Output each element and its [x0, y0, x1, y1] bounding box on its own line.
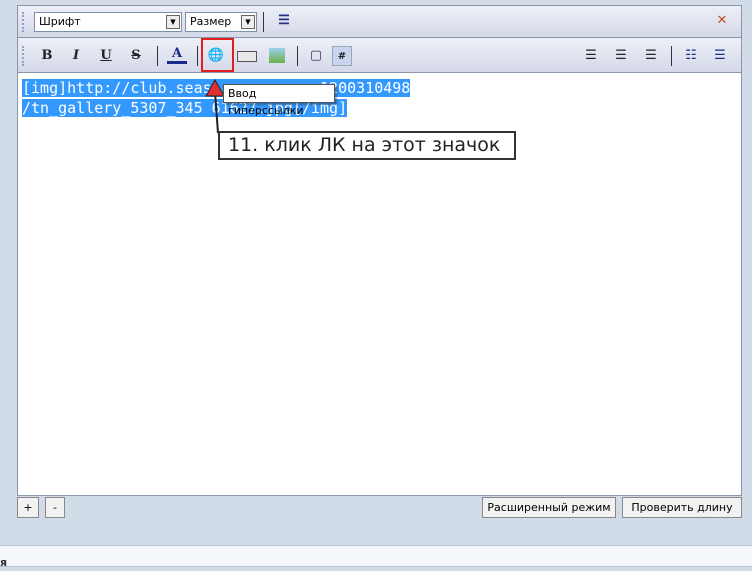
divider — [197, 46, 198, 66]
separator-strip — [0, 545, 752, 567]
advanced-mode-button[interactable]: Расширенный режим — [482, 497, 616, 518]
italic-icon[interactable]: I — [66, 46, 86, 66]
check-length-button[interactable]: Проверить длину — [622, 497, 742, 518]
align-center-icon[interactable]: ☰ — [611, 46, 631, 66]
text-line: [img]http://club.seas — [22, 79, 212, 97]
image-icon[interactable] — [267, 46, 287, 66]
size-select-value: Размер — [190, 15, 232, 28]
ordered-list-icon[interactable]: ☷ — [681, 46, 701, 66]
expand-button[interactable]: + — [17, 497, 39, 518]
annotation-callout: 11. клик ЛК на этот значок — [218, 131, 516, 160]
unordered-list-icon[interactable]: ☰ — [710, 46, 730, 66]
toolbar-top: Шрифт ▼ Размер ▼ ☰ ✕ — [18, 6, 741, 38]
shrink-button[interactable]: - — [45, 497, 65, 518]
chevron-down-icon[interactable]: ▼ — [166, 15, 180, 29]
editor-panel: Шрифт ▼ Размер ▼ ☰ ✕ B I U S A 🌐 ▢ # ☰ ☰ ☰… — [17, 5, 742, 496]
email-icon[interactable] — [236, 46, 257, 66]
bold-icon[interactable]: B — [37, 46, 57, 66]
indent-icon[interactable]: ☰ — [274, 11, 294, 31]
font-color-icon[interactable]: A — [167, 46, 187, 64]
font-select[interactable]: Шрифт ▼ — [34, 12, 182, 32]
divider — [297, 46, 298, 66]
code-icon[interactable]: # — [332, 46, 352, 66]
size-select[interactable]: Размер ▼ — [185, 12, 257, 32]
underline-icon[interactable]: U — [96, 46, 116, 66]
tooltip: Ввод гиперссылки — [223, 84, 335, 117]
strikethrough-icon[interactable]: S — [126, 46, 146, 66]
toolbar-grip[interactable] — [22, 12, 25, 32]
align-left-icon[interactable]: ☰ — [581, 46, 601, 66]
chevron-down-icon[interactable]: ▼ — [241, 15, 255, 29]
align-right-icon[interactable]: ☰ — [641, 46, 661, 66]
text-line: /tn_gallery_5307_345 — [22, 99, 203, 117]
divider — [671, 46, 672, 66]
quote-icon[interactable]: ▢ — [306, 46, 326, 66]
highlight-box — [201, 38, 234, 72]
divider — [157, 46, 158, 66]
divider — [263, 12, 264, 32]
toolbar-grip[interactable] — [22, 46, 25, 66]
toolbar-format: B I U S A 🌐 ▢ # ☰ ☰ ☰ ☷ ☰ — [18, 38, 741, 73]
close-icon[interactable]: ✕ — [712, 11, 732, 31]
footer-text: я — [0, 556, 8, 569]
font-select-value: Шрифт — [39, 15, 81, 28]
